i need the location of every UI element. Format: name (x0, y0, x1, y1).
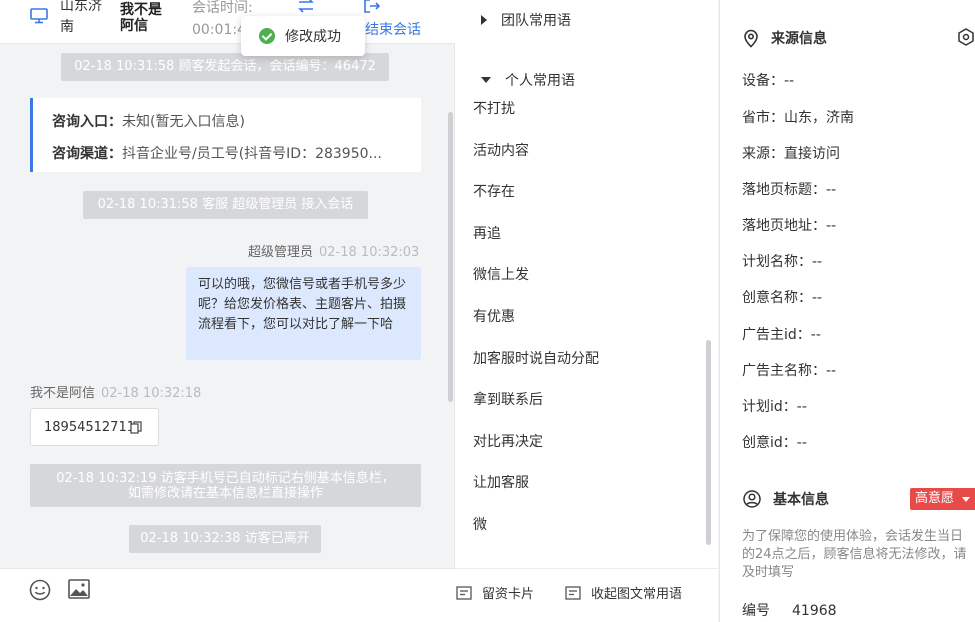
card-icon (456, 585, 472, 600)
source-field: 落地页标题：-- (742, 182, 837, 198)
intent-level-label: 高意愿 (915, 491, 955, 506)
source-field: 省市：山东，济南 (742, 110, 854, 126)
chat-panel: 山东济南 我不是阿信 会话时间: 00:01:4 结束会话 修改成功 02-18… (0, 0, 455, 622)
visitor-info-panel: 来源信息 设备：-- 省市：山东，济南 来源：直接访问 落地页标题：-- 落地页… (719, 0, 975, 622)
personal-phrases-group[interactable]: 个人常用语 (481, 70, 575, 90)
source-info-label: 来源信息 (771, 31, 827, 47)
source-field: 创意id：-- (742, 435, 807, 451)
chat-scrollbar[interactable] (448, 112, 453, 402)
inquiry-entry-value: 未知(暂无入口信息) (122, 114, 245, 130)
settings-icon[interactable] (957, 28, 975, 46)
lead-card-button[interactable]: 留资卡片 (456, 583, 534, 602)
phrases-panel: 团队常用语 个人常用语 不打扰 活动内容 不存在 再追 微信上发 有优惠 加客服… (455, 0, 718, 622)
source-field: 来源：直接访问 (742, 146, 840, 162)
source-field: 设备：-- (742, 73, 795, 89)
end-session-button[interactable]: 结束会话 (365, 20, 421, 40)
system-message-start: 02-18 10:31:58 顾客发起会话，会话编号：46472 (61, 53, 389, 81)
phrase-item[interactable]: 微信上发 (473, 264, 529, 284)
visitor-location: 山东济南 (60, 0, 102, 35)
session-time-value: 00:01:4 (192, 22, 246, 38)
inquiry-channel-value: 抖音企业号/员工号(抖音号ID：283950... (122, 146, 382, 162)
image-icon[interactable] (68, 579, 90, 599)
user-circle-icon (743, 490, 761, 508)
inquiry-channel-label: 咨询渠道： (52, 146, 122, 162)
personal-phrases-label: 个人常用语 (505, 73, 575, 89)
phrase-item[interactable]: 对比再决定 (473, 431, 543, 451)
customer-id-value: 41968 (792, 603, 837, 619)
inquiry-channel-row: 咨询渠道：抖音企业号/员工号(抖音号ID：283950... (52, 143, 382, 163)
transfer-icon[interactable] (296, 0, 316, 14)
source-field: 广告主名称：-- (742, 363, 837, 379)
emoji-icon[interactable] (29, 579, 51, 601)
success-toast: 修改成功 (241, 16, 365, 56)
source-field: 落地页地址：-- (742, 218, 837, 234)
phrase-item[interactable]: 加客服时说自动分配 (473, 348, 599, 368)
phrase-item[interactable]: 再追 (473, 223, 501, 243)
agent-name: 超级管理员 (248, 245, 314, 260)
source-field: 广告主id：-- (742, 327, 821, 343)
system-message-join: 02-18 10:31:58 客服 超级管理员 接入会话 (83, 191, 368, 219)
system-message-left: 02-18 10:32:38 访客已离开 (129, 525, 321, 553)
source-info-title: 来源信息 (743, 28, 827, 48)
inquiry-info-card: 咨询入口：未知(暂无入口信息) 咨询渠道：抖音企业号/员工号(抖音号ID：283… (30, 98, 421, 172)
system-phone-line1: 02-18 10:32:19 访客手机号已自动标记右侧基本信息栏， (56, 471, 395, 486)
caret-right-icon (481, 15, 487, 25)
location-pin-icon (744, 29, 758, 48)
customer-id-label: 编号 (742, 603, 770, 619)
agent-message-meta: 超级管理员 02-18 10:32:03 (248, 241, 419, 260)
exit-icon[interactable] (363, 0, 381, 14)
phrase-item[interactable]: 微 (473, 514, 487, 534)
phrase-item[interactable]: 活动内容 (473, 140, 529, 160)
visitor-msg-name: 我不是阿信 (30, 386, 96, 401)
intent-level-dropdown[interactable]: 高意愿 (910, 488, 975, 510)
team-phrases-group[interactable]: 团队常用语 (481, 10, 571, 30)
agent-message-bubble: 可以的哦，您微信号或者手机号多少呢？给您发价格表、主题客片、拍摄流程看下，您可以… (186, 267, 421, 360)
basic-info-title: 基本信息 (743, 489, 829, 509)
system-phone-line2: 如需修改请在基本信息栏直接操作 (127, 486, 323, 501)
visitor-message-bubble: 18954512711 (30, 408, 159, 446)
source-field: 计划id：-- (742, 399, 807, 415)
monitor-icon (30, 8, 48, 24)
caret-down-icon (481, 77, 491, 83)
phrase-item[interactable]: 不打扰 (473, 98, 515, 118)
basic-info-label: 基本信息 (773, 492, 829, 508)
collapse-phrases-label: 收起图文常用语 (591, 587, 683, 602)
visitor-message-meta: 我不是阿信 02-18 10:32:18 (30, 382, 201, 401)
visitor-msg-time: 02-18 10:32:18 (101, 386, 202, 401)
phrase-item[interactable]: 不存在 (473, 181, 515, 201)
inquiry-entry-row: 咨询入口：未知(暂无入口信息) (52, 111, 245, 131)
inquiry-entry-label: 咨询入口： (52, 114, 122, 130)
visitor-phone-text: 18954512711 (44, 420, 135, 435)
phrases-scrollbar[interactable] (706, 340, 711, 545)
phrases-footer: 留资卡片 收起图文常用语 (455, 568, 718, 622)
toast-message: 修改成功 (285, 29, 341, 45)
card-icon (565, 585, 581, 600)
agent-time: 02-18 10:32:03 (319, 245, 420, 260)
check-circle-icon (259, 28, 275, 44)
system-message-phone: 02-18 10:32:19 访客手机号已自动标记右侧基本信息栏， 如需修改请在… (30, 464, 421, 507)
collapse-phrases-button[interactable]: 收起图文常用语 (565, 583, 682, 602)
chat-input-toolbar (0, 568, 455, 622)
lead-card-label: 留资卡片 (482, 587, 535, 602)
phrase-item[interactable]: 让加客服 (473, 472, 529, 492)
visitor-name: 我不是阿信 (120, 2, 162, 34)
copy-icon[interactable] (130, 421, 142, 434)
team-phrases-label: 团队常用语 (501, 13, 571, 29)
source-field: 创意名称：-- (742, 290, 823, 306)
customer-id-row: 编号 41968 (742, 600, 837, 620)
phrase-item[interactable]: 有优惠 (473, 306, 515, 326)
chat-header: 山东济南 我不是阿信 会话时间: 00:01:4 结束会话 (0, 0, 455, 44)
phrase-item[interactable]: 拿到联系后 (473, 389, 543, 409)
source-field: 计划名称：-- (742, 254, 823, 270)
edit-notice: 为了保障您的使用体验，会话发生当日的24点之后，顾客信息将无法修改，请及时填写 (742, 529, 967, 580)
caret-down-icon (962, 497, 970, 502)
